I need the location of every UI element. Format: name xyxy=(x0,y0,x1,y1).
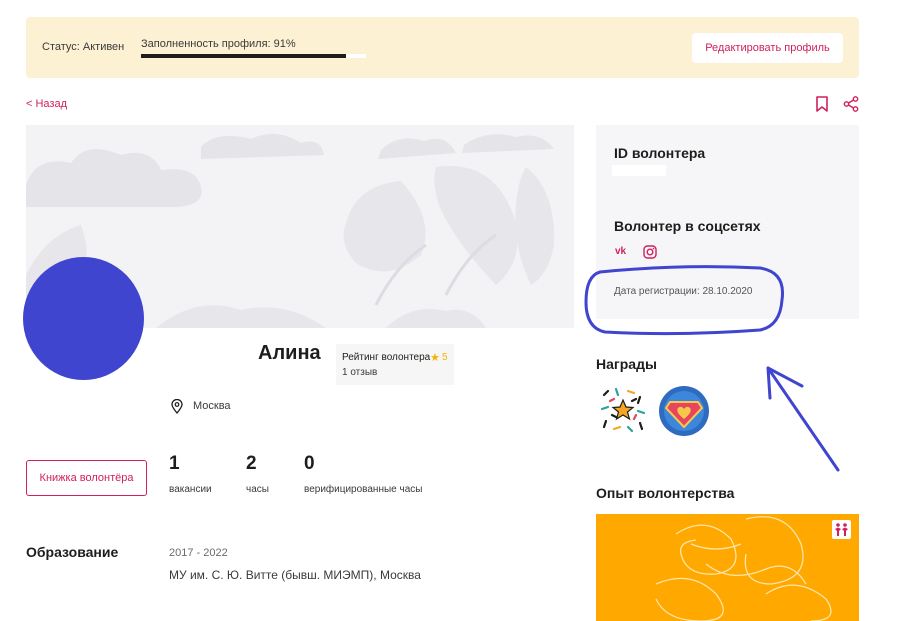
stat-vacancies-value: 1 xyxy=(169,453,180,474)
experience-badge-icon xyxy=(832,520,851,539)
profile-progress-label: Заполненность профиля: 91% xyxy=(141,38,296,50)
profile-progress-fill xyxy=(141,54,346,58)
social-title: Волонтер в соцсетях xyxy=(614,218,761,234)
volunteer-info-panel: ID волонтера Волонтер в соцсетях vk Дата… xyxy=(596,125,859,319)
volunteer-book-button[interactable]: Книжка волонтёра xyxy=(26,460,147,496)
profile-status-bar: Статус: Активен Заполненность профиля: 9… xyxy=(26,17,859,78)
edit-profile-button[interactable]: Редактировать профиль xyxy=(692,33,843,63)
instagram-icon[interactable] xyxy=(643,245,657,259)
bookmark-icon[interactable] xyxy=(815,96,829,112)
education-title: Образование xyxy=(26,544,119,560)
stat-hours-label: часы xyxy=(246,484,269,495)
volunteer-id-value xyxy=(612,165,666,176)
experience-card[interactable] xyxy=(596,514,859,621)
registration-date: Дата регистрации: 28.10.2020 xyxy=(614,286,753,297)
back-link[interactable]: < Назад xyxy=(26,98,67,110)
status-text: Статус: Активен xyxy=(42,41,125,53)
vk-icon[interactable]: vk xyxy=(615,246,626,257)
avatar xyxy=(23,257,144,380)
share-icon[interactable] xyxy=(843,96,859,112)
stat-verified-hours-value: 0 xyxy=(304,453,315,474)
experience-title: Опыт волонтерства xyxy=(596,485,735,501)
city: Москва xyxy=(193,400,231,412)
superhero-heart-award-icon[interactable] xyxy=(658,385,710,437)
stat-verified-hours-label: верифицированные часы xyxy=(304,484,423,495)
profile-progress-bar xyxy=(141,54,366,58)
education-years: 2017 - 2022 xyxy=(169,547,228,559)
volunteer-id-title: ID волонтера xyxy=(614,145,706,161)
annotation-arrow xyxy=(766,366,840,472)
rating-label: Рейтинг волонтера xyxy=(342,352,431,363)
volunteer-name: Алина xyxy=(258,342,321,364)
education-institution: МУ им. С. Ю. Витте (бывш. МИЭМП), Москва xyxy=(169,568,421,582)
star-icon: ★ xyxy=(430,352,440,364)
experience-card-illustration xyxy=(655,516,832,621)
confetti-star-award-icon[interactable] xyxy=(598,385,648,435)
rating-box[interactable]: Рейтинг волонтера ★ 5 1 отзыв xyxy=(336,344,454,385)
reviews-count: 1 отзыв xyxy=(342,367,378,378)
location-pin-icon xyxy=(171,399,183,414)
awards-title: Награды xyxy=(596,356,657,372)
stat-vacancies-label: вакансии xyxy=(169,484,212,495)
rating-value: 5 xyxy=(442,352,448,363)
stat-hours-value: 2 xyxy=(246,453,257,474)
